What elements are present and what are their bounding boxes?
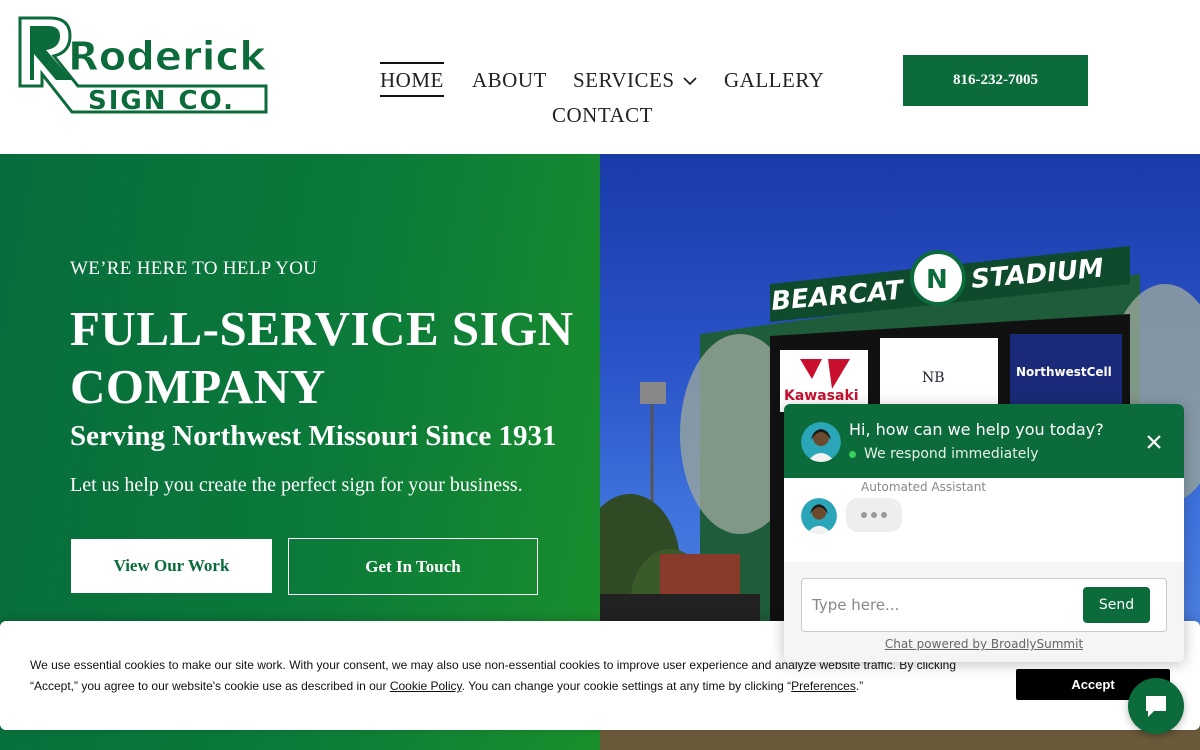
cookie-policy-link[interactable]: Cookie Policy [390, 679, 462, 693]
chat-status: We respond immediately [849, 446, 1039, 462]
chat-header: Hi, how can we help you today? We respon… [784, 404, 1184, 478]
nav-services-label: SERVICES [573, 68, 675, 92]
chat-status-text: We respond immediately [864, 446, 1039, 462]
hero-subtitle: Serving Northwest Missouri Since 1931 [70, 420, 557, 452]
svg-text:NB: NB [922, 370, 945, 386]
nav-gallery[interactable]: GALLERY [724, 68, 824, 93]
svg-text:Kawasaki: Kawasaki [784, 388, 859, 404]
powered-by-link[interactable]: Chat powered by BroadlySummit [784, 637, 1184, 651]
cookie-text-part: . You can change your cookie settings at… [461, 679, 792, 693]
typing-indicator [846, 498, 902, 532]
nav-contact[interactable]: CONTACT [552, 103, 653, 128]
send-button[interactable]: Send [1083, 587, 1150, 623]
agent-avatar [801, 498, 837, 534]
agent-avatar [801, 422, 841, 462]
chat-title: Hi, how can we help you today? [849, 420, 1104, 439]
svg-text:SIGN CO.: SIGN CO. [88, 86, 235, 116]
nav-services[interactable]: SERVICES [573, 68, 697, 93]
hero-text: Let us help you create the perfect sign … [70, 474, 523, 496]
chat-widget: Hi, how can we help you today? We respon… [784, 404, 1184, 662]
roderick-logo[interactable]: Roderick SIGN CO. [16, 16, 288, 116]
assistant-label: Automated Assistant [861, 480, 987, 494]
hero-title: FULL-SERVICE SIGN COMPANY [70, 301, 574, 414]
view-our-work-button[interactable]: View Our Work [71, 539, 272, 593]
chevron-down-icon [682, 76, 697, 85]
svg-text:N: N [926, 265, 948, 295]
nav-about[interactable]: ABOUT [472, 68, 547, 93]
preferences-link[interactable]: Preferences [791, 679, 856, 693]
main-nav: HOME ABOUT SERVICES GALLERY CONTACT [364, 60, 836, 130]
close-icon[interactable] [1142, 430, 1166, 454]
phone-button[interactable]: 816-232-7005 [903, 55, 1088, 106]
svg-text:NorthwestCell: NorthwestCell [1016, 365, 1112, 379]
chat-bubble-icon [1146, 696, 1166, 717]
get-in-touch-button[interactable]: Get In Touch [288, 538, 538, 595]
cookie-text-part: .” [855, 679, 864, 693]
site-header: Roderick SIGN CO. HOME ABOUT SERVICES GA… [0, 0, 1200, 154]
chat-input-box: Send [801, 578, 1167, 632]
hero-eyebrow: WE’RE HERE TO HELP YOU [70, 258, 318, 279]
svg-text:Roderick: Roderick [68, 34, 267, 80]
chat-launcher-button[interactable] [1128, 678, 1184, 734]
chat-message-input[interactable] [812, 589, 1072, 621]
online-status-icon [849, 450, 856, 458]
nav-home[interactable]: HOME [380, 62, 444, 97]
